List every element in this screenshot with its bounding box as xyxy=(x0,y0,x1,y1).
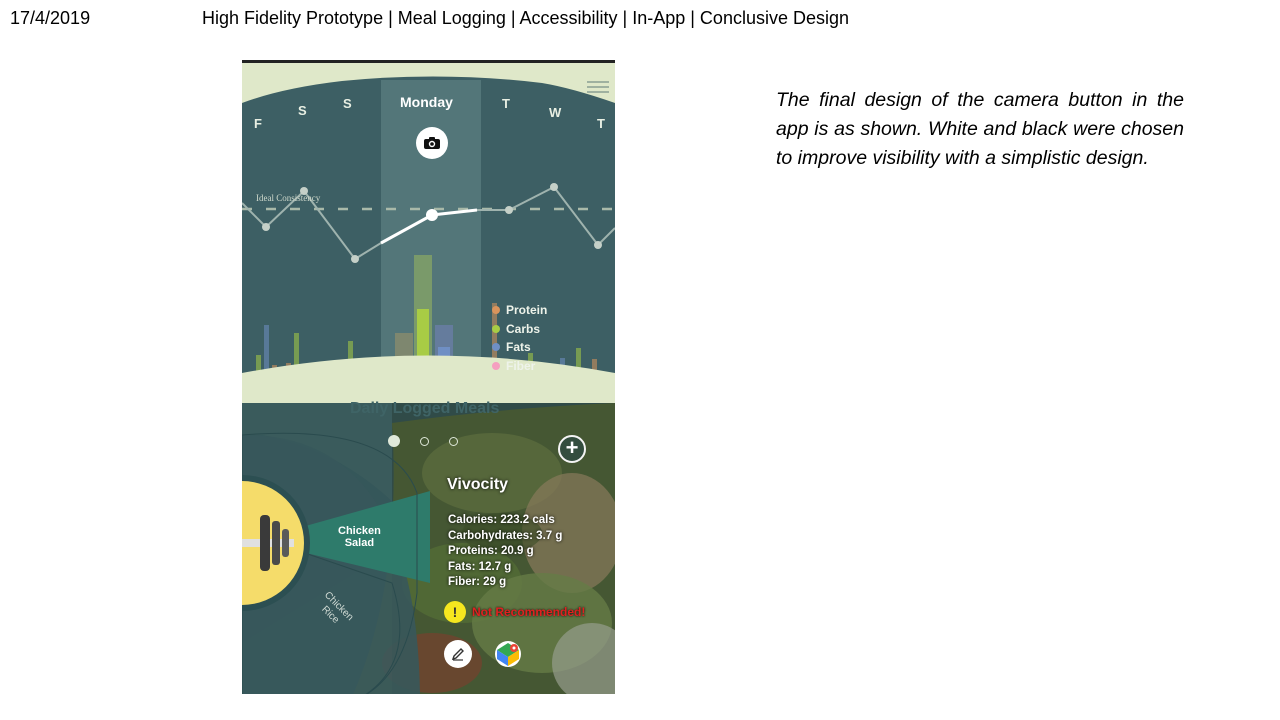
legend-dot xyxy=(492,343,500,352)
legend-dot xyxy=(492,361,500,370)
day-label[interactable]: S xyxy=(343,96,352,111)
day-label[interactable]: T xyxy=(597,116,605,131)
hamburger-icon[interactable] xyxy=(587,81,609,93)
warning-text: Not Recommended! xyxy=(472,605,586,619)
plus-circle-icon: + xyxy=(565,435,579,460)
vendor-name: Vivocity xyxy=(447,476,509,493)
trend-point xyxy=(505,206,513,214)
legend-label: Fiber xyxy=(506,358,536,373)
legend-dot xyxy=(492,324,500,333)
day-label-active[interactable]: Monday xyxy=(400,94,453,110)
caption: The final design of the camera button in… xyxy=(776,89,1184,169)
wheel-item-line: Salad xyxy=(344,537,375,549)
warning-icon: ! xyxy=(444,601,466,623)
camera-button[interactable] xyxy=(416,127,448,159)
nutrition-fats: Fats: 12.7 g xyxy=(448,560,512,573)
trend-point-selected xyxy=(426,209,438,221)
legend-label: Carbs xyxy=(506,321,541,336)
nutrition-facts: Calories: 223.2 cals Carbohydrates: 3.7 … xyxy=(448,513,562,591)
wheel-item-line: Chicken xyxy=(338,525,381,537)
legend-dot xyxy=(492,306,500,315)
nutrient-legend: Protein Carbs Fats Fiber xyxy=(492,301,547,375)
trend-point xyxy=(550,183,558,191)
edit-button[interactable] xyxy=(444,640,472,668)
nutrition-fiber: Fiber: 29 g xyxy=(448,576,507,588)
add-meal-button[interactable]: + xyxy=(558,435,586,463)
legend-label: Protein xyxy=(506,303,548,318)
legend-item-protein: Protein xyxy=(492,301,547,320)
wheel-item-selected[interactable]: Chicken Salad xyxy=(338,525,381,549)
day-label[interactable]: T xyxy=(502,96,510,111)
legend-item-carbs: Carbs xyxy=(492,320,547,339)
phone-mockup: F S S Monday T W T Ideal Consistency Pro… xyxy=(242,60,615,694)
page-dot[interactable] xyxy=(449,436,458,446)
day-label[interactable]: S xyxy=(298,103,307,118)
slide-date: 17/4/2019 xyxy=(10,8,91,28)
ideal-consistency-label: Ideal Consistency xyxy=(256,193,321,203)
legend-item-fats: Fats xyxy=(492,338,547,357)
section-title: Daily Logged Meals xyxy=(350,400,500,417)
camera-icon xyxy=(424,137,440,149)
trend-point xyxy=(351,255,359,263)
page-indicator xyxy=(388,435,458,447)
nutrition-proteins: Proteins: 20.9 g xyxy=(448,545,534,557)
page-dot[interactable] xyxy=(420,436,429,446)
day-label[interactable]: F xyxy=(254,116,262,131)
nutrition-carbs: Carbohydrates: 3.7 g xyxy=(448,529,563,542)
trend-point xyxy=(262,223,270,231)
page-dot-active[interactable] xyxy=(388,435,400,447)
slide-title: High Fidelity Prototype | Meal Logging |… xyxy=(202,8,850,28)
nutrition-calories: Calories: 223.2 cals xyxy=(448,514,555,526)
trend-point xyxy=(594,241,602,249)
legend-label: Fats xyxy=(506,340,531,355)
warning-badge: ! Not Recommended! xyxy=(444,601,585,623)
map-pin-icon[interactable] xyxy=(494,640,522,668)
legend-item-fiber: Fiber xyxy=(492,357,547,376)
day-label[interactable]: W xyxy=(549,105,561,120)
pencil-icon xyxy=(451,648,464,661)
